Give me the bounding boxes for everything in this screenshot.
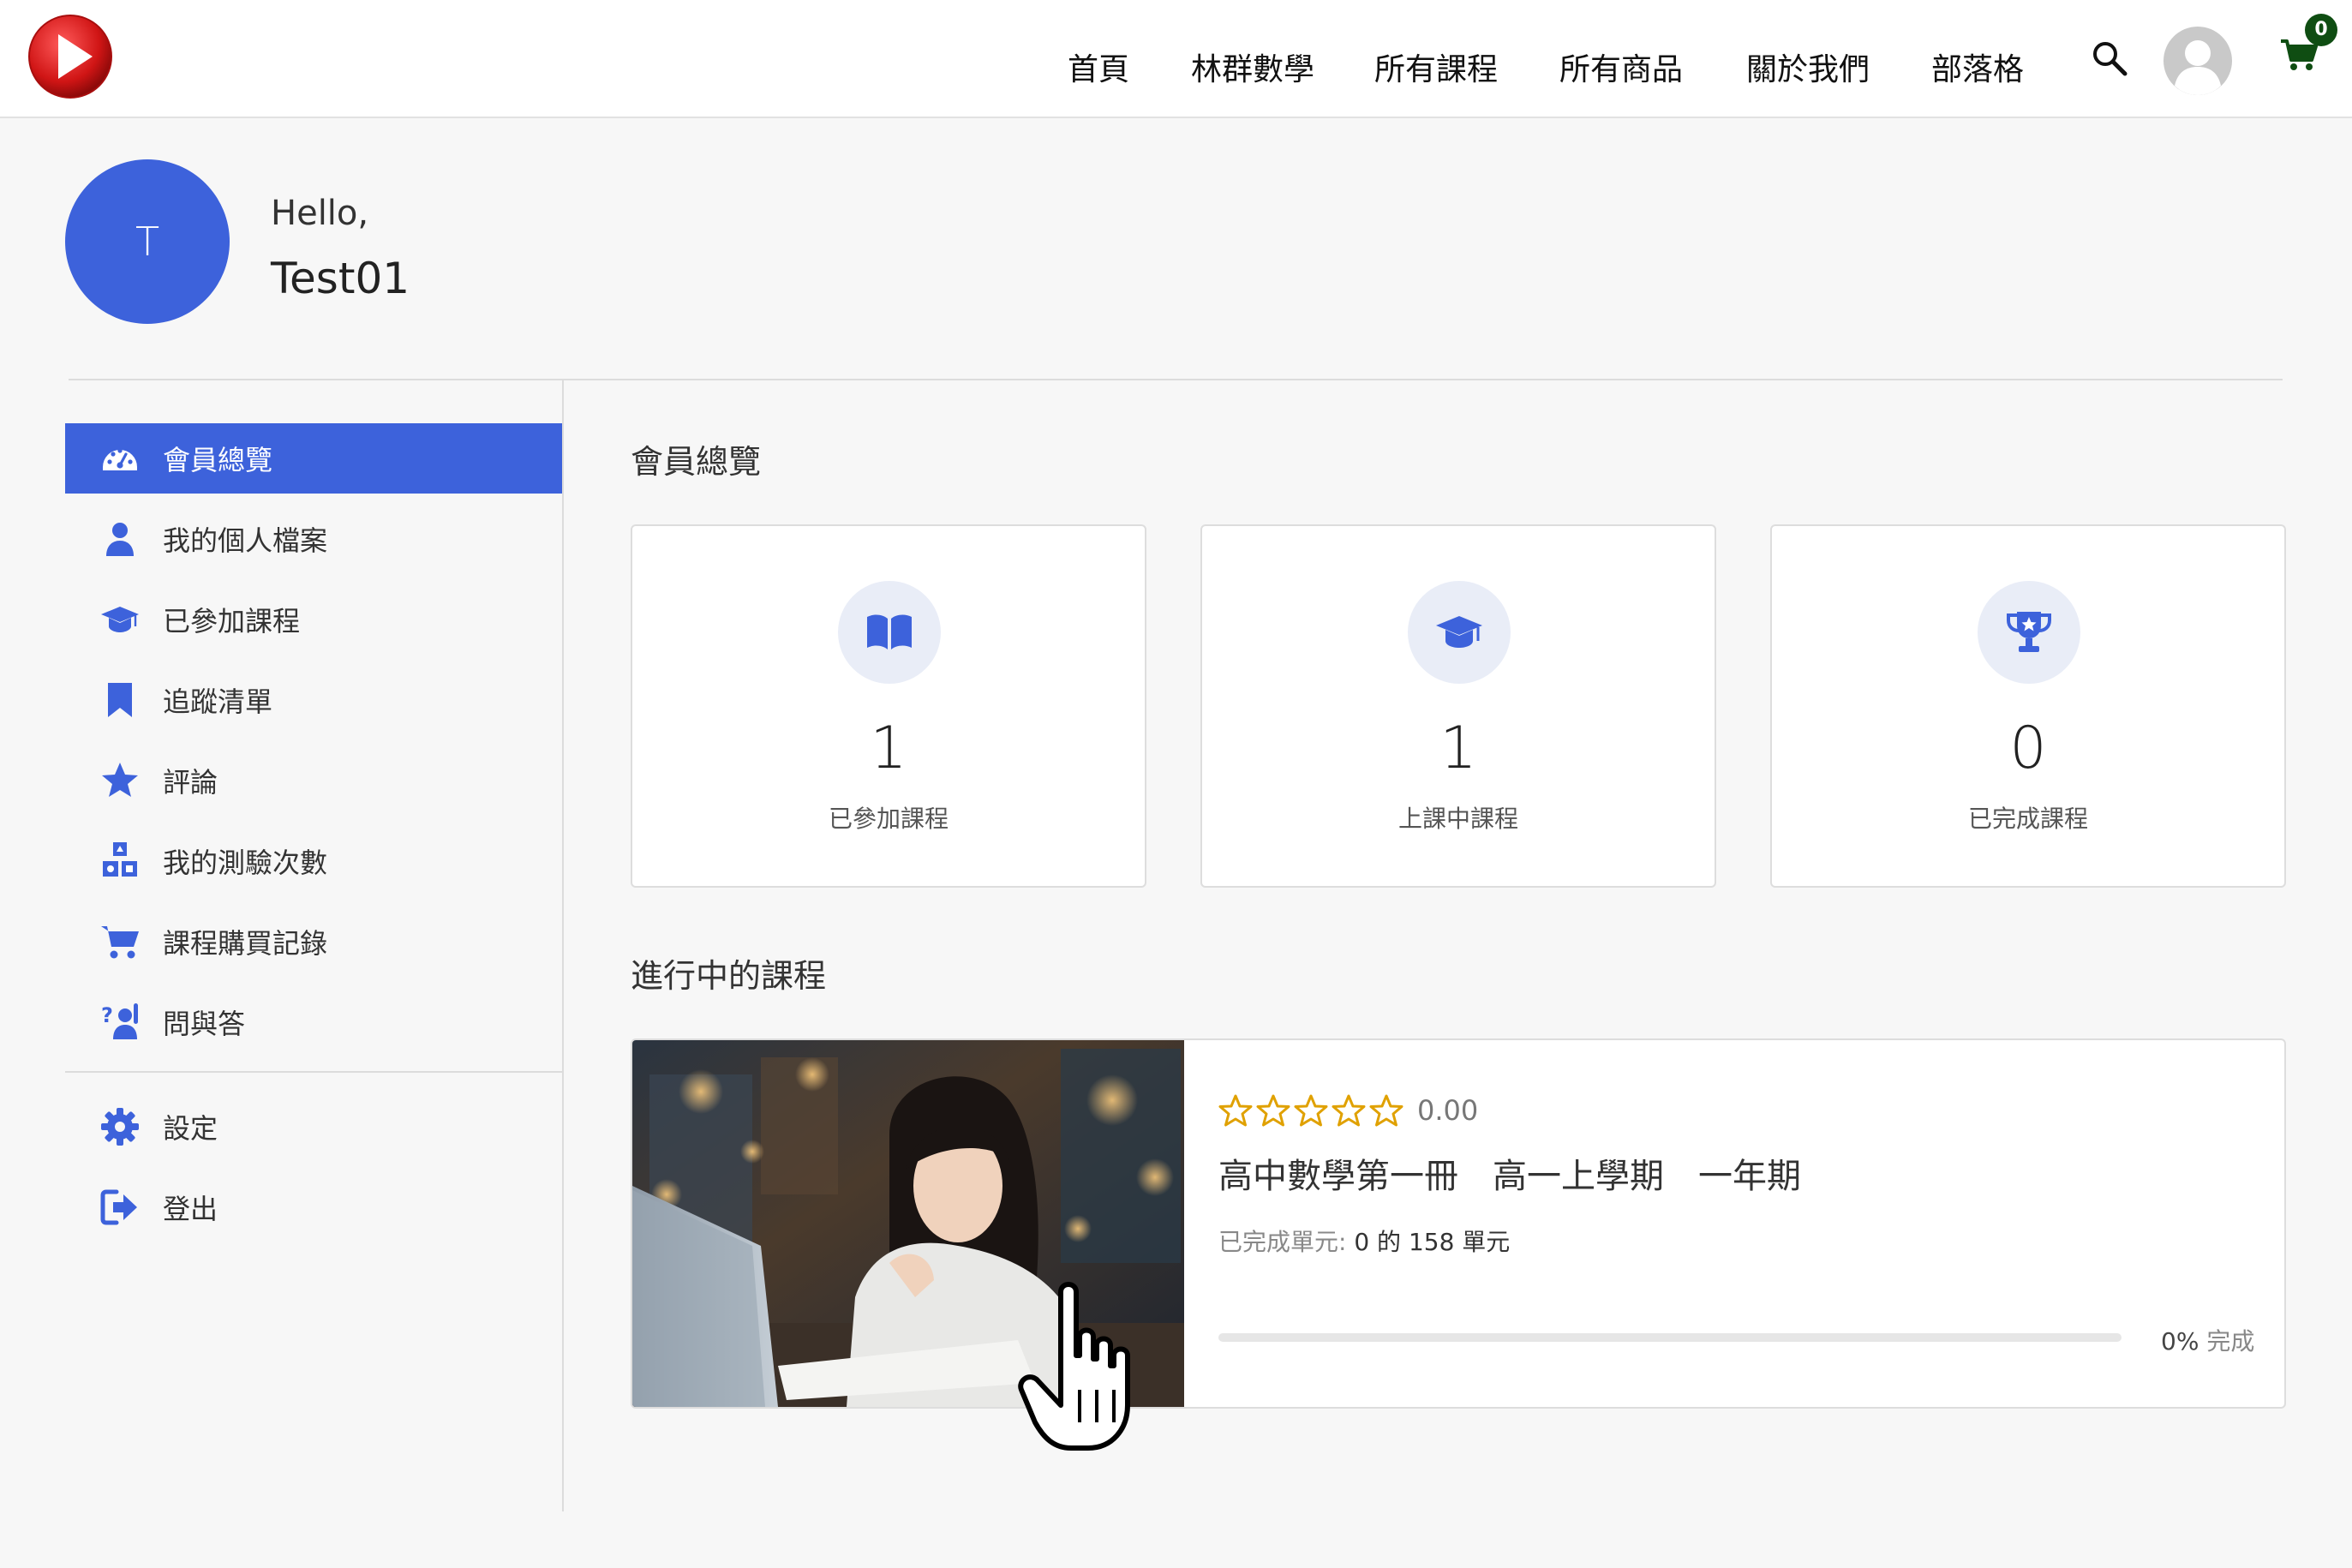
- sidebar-divider: [65, 1071, 562, 1073]
- completed-units-label: 已完成單元:: [1218, 1228, 1347, 1256]
- stat-label: 已參加課程: [828, 805, 949, 833]
- sidebar-item-wishlist[interactable]: 追蹤清單: [65, 665, 562, 735]
- sidebar-item-logout[interactable]: 登出: [65, 1172, 562, 1242]
- progress-bar: [1218, 1333, 2122, 1342]
- sidebar-item-dashboard[interactable]: 會員總覽: [65, 423, 562, 494]
- sidebar-item-profile[interactable]: 我的個人檔案: [65, 504, 562, 574]
- profile-avatar: T: [65, 159, 230, 324]
- stat-card-active: 1 上課中課程: [1200, 524, 1716, 888]
- sidebar-item-label: 評論: [163, 766, 218, 799]
- star-outline-icon: [1218, 1094, 1253, 1127]
- divider-horizontal: [69, 379, 2283, 380]
- stat-icon-circle: [838, 581, 941, 684]
- sidebar-item-label: 已參加課程: [163, 605, 301, 637]
- rating-value: 0.00: [1417, 1094, 1479, 1127]
- progress-percent: 0% 完成: [2161, 1323, 2254, 1357]
- search-icon[interactable]: [2091, 39, 2128, 77]
- progress-percent-suffix: 完成: [2206, 1327, 2255, 1356]
- gear-icon: [101, 1108, 139, 1146]
- sidebar-item-label: 會員總覽: [163, 444, 273, 476]
- sidebar-item-label: 設定: [163, 1112, 218, 1145]
- sidebar-item-quiz-attempts[interactable]: 我的測驗次數: [65, 826, 562, 896]
- logout-icon: [100, 1189, 137, 1225]
- greeting-text: Hello,: [271, 194, 369, 233]
- star-outline-icon: [1369, 1094, 1403, 1127]
- sidebar-item-reviews[interactable]: 評論: [65, 745, 562, 816]
- completed-units: 已完成單元: 0 的 158 單元: [1218, 1224, 1510, 1258]
- page-root: 首頁 林群數學 所有課程 所有商品 關於我們 部落格 0 T Hello, Te…: [0, 0, 2352, 1568]
- sidebar-item-label: 追蹤清單: [163, 685, 273, 718]
- sidebar-item-label: 課程購買記錄: [163, 927, 328, 960]
- course-title[interactable]: 高中數學第一冊 高一上學期 一年期: [1218, 1148, 1801, 1198]
- cart-count-badge: 0: [2305, 14, 2337, 46]
- overview-title: 會員總覽: [631, 443, 762, 481]
- shopping-cart-icon: [101, 926, 139, 959]
- play-logo-icon[interactable]: [26, 12, 115, 101]
- nav-item-all-courses[interactable]: 所有課程: [1374, 45, 1498, 96]
- star-icon: [102, 763, 138, 797]
- sidebar-item-enrolled-courses[interactable]: 已參加課程: [65, 584, 562, 655]
- sidebar-item-label: 我的測驗次數: [163, 847, 328, 879]
- user-avatar-icon[interactable]: [2163, 26, 2233, 96]
- quiz-shapes-icon: [103, 842, 137, 877]
- divider-vertical: [562, 380, 564, 1511]
- star-outline-icon: [1332, 1094, 1366, 1127]
- rating-stars: 0.00: [1218, 1093, 1478, 1128]
- completed-units-value: 0 的 158 單元: [1354, 1228, 1511, 1256]
- question-person-icon: ?: [101, 1003, 138, 1039]
- open-book-icon: [867, 614, 912, 649]
- username: Test01: [271, 254, 410, 303]
- sidebar-item-qa[interactable]: ? 問與答: [65, 987, 562, 1057]
- sidebar-item-label: 我的個人檔案: [163, 524, 328, 557]
- stat-icon-circle: [1978, 581, 2080, 684]
- nav-item-home[interactable]: 首頁: [1068, 45, 1129, 96]
- nav-item-all-products[interactable]: 所有商品: [1559, 45, 1683, 96]
- stat-label: 上課中課程: [1397, 805, 1518, 833]
- nav-item-about-us[interactable]: 關於我們: [1746, 45, 1870, 96]
- star-outline-icon: [1256, 1094, 1290, 1127]
- stat-card-completed: 0 已完成課程: [1770, 524, 2286, 888]
- in-progress-title: 進行中的課程: [631, 957, 827, 995]
- nav-item-lin-math[interactable]: 林群數學: [1191, 45, 1314, 96]
- stat-value: 1: [870, 715, 907, 782]
- nav-item-blog[interactable]: 部落格: [1931, 45, 2024, 96]
- graduation-cap-icon: [1436, 616, 1482, 648]
- stat-icon-circle: [1408, 581, 1511, 684]
- sidebar-item-settings[interactable]: 設定: [65, 1092, 562, 1162]
- sidebar-item-label: 登出: [163, 1193, 218, 1225]
- top-navbar: 首頁 林群數學 所有課程 所有商品 關於我們 部落格 0: [0, 0, 2352, 118]
- stat-value: 1: [1439, 715, 1477, 782]
- trophy-icon: [2007, 612, 2051, 652]
- progress-percent-value: 0%: [2161, 1327, 2199, 1356]
- sidebar-item-purchase-history[interactable]: 課程購買記錄: [65, 907, 562, 977]
- dashboard-gauge-icon: [103, 448, 137, 470]
- bookmark-icon: [108, 683, 132, 717]
- stat-card-enrolled: 1 已參加課程: [631, 524, 1146, 888]
- stat-label: 已完成課程: [1967, 805, 2088, 833]
- hand-cursor-icon: [1018, 1282, 1130, 1451]
- sidebar-item-label: 問與答: [163, 1008, 246, 1040]
- star-outline-icon: [1294, 1094, 1328, 1127]
- user-icon: [106, 523, 134, 556]
- svg-text:?: ?: [101, 1003, 113, 1027]
- course-card[interactable]: 0.00 高中數學第一冊 高一上學期 一年期 已完成單元: 0 的 158 單元…: [631, 1038, 2286, 1409]
- graduation-cap-icon: [101, 607, 139, 632]
- stat-value: 0: [2009, 715, 2047, 782]
